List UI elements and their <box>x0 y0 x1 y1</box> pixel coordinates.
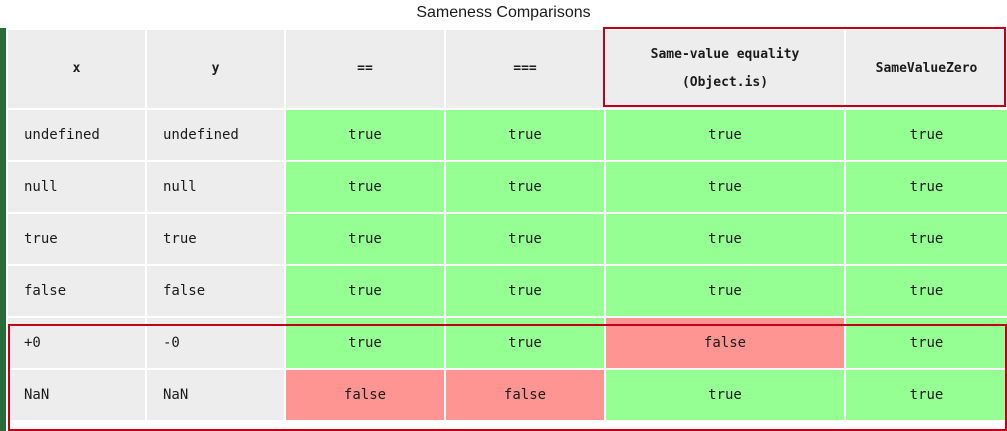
result-cell-same-value: true <box>604 160 846 214</box>
result-cell-loose: true <box>284 108 446 162</box>
result-cell-same-value: true <box>604 212 846 266</box>
table-row: true true true true true true <box>6 212 1007 266</box>
table-row: false false true true true true <box>6 264 1007 318</box>
result-cell-loose: true <box>284 316 446 370</box>
header-strict-equality: === <box>444 28 606 110</box>
table-row: NaN NaN false false true true <box>6 368 1007 422</box>
result-cell-strict: true <box>444 108 606 162</box>
cell-x: +0 <box>6 316 147 370</box>
result-cell-same-value: true <box>604 108 846 162</box>
table-row: +0 -0 true true false true <box>6 316 1007 370</box>
cell-y: true <box>145 212 286 266</box>
header-same-value-zero: SameValueZero <box>844 28 1007 110</box>
result-cell-same-value-zero: true <box>844 316 1007 370</box>
cell-x: undefined <box>6 108 147 162</box>
result-cell-same-value-zero: true <box>844 212 1007 266</box>
cell-y: null <box>145 160 286 214</box>
cell-y: -0 <box>145 316 286 370</box>
cell-x: true <box>6 212 147 266</box>
header-loose-equality: == <box>284 28 446 110</box>
cell-y: NaN <box>145 368 286 422</box>
result-cell-same-value-zero: true <box>844 108 1007 162</box>
result-cell-strict: true <box>444 264 606 318</box>
result-cell-loose: false <box>284 368 446 422</box>
result-cell-same-value-zero: true <box>844 368 1007 422</box>
result-cell-same-value: false <box>604 316 846 370</box>
result-cell-strict: true <box>444 160 606 214</box>
result-cell-loose: true <box>284 160 446 214</box>
header-y: y <box>145 28 286 110</box>
header-same-value-line2: (Object.is) <box>681 75 769 90</box>
table-caption: Sameness Comparisons <box>416 4 591 21</box>
result-cell-same-value-zero: true <box>844 160 1007 214</box>
sameness-comparison-table: x y == === Same-value equality (Object.i… <box>6 28 1007 422</box>
result-cell-strict: true <box>444 212 606 266</box>
result-cell-same-value: true <box>604 368 846 422</box>
result-cell-strict: true <box>444 316 606 370</box>
table-row: undefined undefined true true true true <box>6 108 1007 162</box>
result-cell-same-value: true <box>604 264 846 318</box>
cell-x: false <box>6 264 147 318</box>
cell-x: null <box>6 160 147 214</box>
cell-y: false <box>145 264 286 318</box>
header-row: x y == === Same-value equality (Object.i… <box>6 28 1007 110</box>
result-cell-loose: true <box>284 264 446 318</box>
header-same-value-line1: Same-value equality <box>650 47 800 62</box>
result-cell-loose: true <box>284 212 446 266</box>
table-row: null null true true true true <box>6 160 1007 214</box>
cell-x: NaN <box>6 368 147 422</box>
cell-y: undefined <box>145 108 286 162</box>
header-same-value-equality: Same-value equality (Object.is) <box>604 28 846 110</box>
result-cell-strict: false <box>444 368 606 422</box>
header-x: x <box>6 28 147 110</box>
result-cell-same-value-zero: true <box>844 264 1007 318</box>
